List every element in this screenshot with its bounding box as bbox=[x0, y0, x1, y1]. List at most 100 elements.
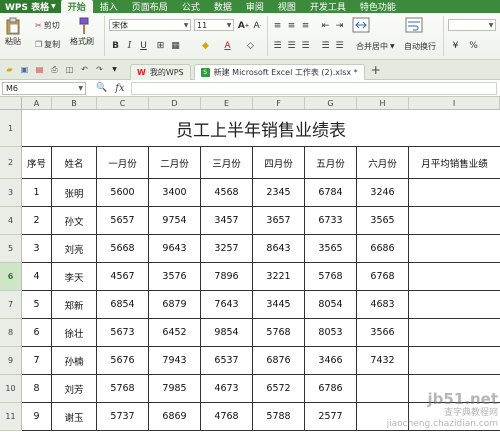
row-header-4[interactable]: 4 bbox=[0, 207, 22, 235]
bold-button[interactable]: B bbox=[110, 40, 121, 51]
table-cell[interactable] bbox=[409, 347, 500, 375]
table-cell[interactable]: 5600 bbox=[97, 179, 149, 207]
table-cell[interactable]: 1 bbox=[22, 179, 52, 207]
table-cell[interactable]: 6537 bbox=[201, 347, 253, 375]
menu-tab-7[interactable]: 开发工具 bbox=[303, 0, 353, 13]
table-cell[interactable]: 3221 bbox=[253, 263, 305, 291]
table-cell[interactable]: 3565 bbox=[305, 235, 357, 263]
increase-font-icon[interactable]: A + bbox=[238, 20, 249, 31]
table-cell[interactable]: 5673 bbox=[97, 319, 149, 347]
decrease-font-icon[interactable]: A- bbox=[252, 20, 263, 31]
row-header-7[interactable]: 7 bbox=[0, 291, 22, 319]
formula-input[interactable] bbox=[130, 81, 497, 95]
row-header-8[interactable]: 8 bbox=[0, 319, 22, 347]
row-header-5[interactable]: 5 bbox=[0, 235, 22, 263]
column-header-a[interactable]: A bbox=[22, 97, 52, 110]
number-format-select[interactable]: ▼ bbox=[448, 19, 496, 31]
app-menu-button[interactable]: WPS 表格 ▼ bbox=[0, 0, 61, 13]
font-size-select[interactable]: 11 ▼ bbox=[194, 19, 234, 31]
column-header-e[interactable]: E bbox=[201, 97, 253, 110]
menu-tab-2[interactable]: 页面布局 bbox=[125, 0, 175, 13]
table-cell[interactable] bbox=[409, 263, 500, 291]
select-all-corner[interactable] bbox=[0, 97, 22, 110]
font-name-select[interactable]: 宋体 ▼ bbox=[109, 19, 191, 31]
indent-decrease-icon[interactable]: ⇤ bbox=[320, 20, 331, 31]
table-cell[interactable]: 6879 bbox=[149, 291, 201, 319]
table-cell[interactable]: 谢玉 bbox=[52, 403, 97, 431]
table-cell[interactable]: 6686 bbox=[357, 235, 409, 263]
table-cell[interactable]: 5676 bbox=[97, 347, 149, 375]
table-cell[interactable]: 6768 bbox=[357, 263, 409, 291]
table-cell[interactable]: 6784 bbox=[305, 179, 357, 207]
row-header-10[interactable]: 10 bbox=[0, 375, 22, 403]
table-cell[interactable]: 7985 bbox=[149, 375, 201, 403]
table-cell[interactable]: 徐壮 bbox=[52, 319, 97, 347]
table-cell[interactable]: 6854 bbox=[97, 291, 149, 319]
column-header-d[interactable]: D bbox=[149, 97, 201, 110]
align-top-icon[interactable]: ≡ bbox=[272, 20, 283, 31]
table-header-cell[interactable]: 三月份 bbox=[201, 147, 253, 179]
align-left-icon[interactable]: ☰ bbox=[272, 40, 283, 51]
table-cell[interactable]: 4 bbox=[22, 263, 52, 291]
border-icon[interactable]: ⊞ bbox=[155, 40, 166, 51]
indent-increase-icon[interactable]: ⇥ bbox=[334, 20, 345, 31]
italic-button[interactable]: I bbox=[124, 40, 135, 51]
table-cell[interactable]: 7 bbox=[22, 347, 52, 375]
table-cell[interactable]: 6572 bbox=[253, 375, 305, 403]
table-cell[interactable]: 8643 bbox=[253, 235, 305, 263]
table-cell[interactable]: 4568 bbox=[201, 179, 253, 207]
format-painter-button[interactable]: 格式刷 bbox=[70, 17, 94, 47]
print-icon[interactable]: ⎙ bbox=[49, 64, 60, 75]
table-header-cell[interactable]: 一月份 bbox=[97, 147, 149, 179]
table-cell[interactable]: 刘芳 bbox=[52, 375, 97, 403]
save-icon[interactable]: ▣ bbox=[19, 64, 30, 75]
table-cell[interactable]: 3466 bbox=[305, 347, 357, 375]
merge-center-label-button[interactable]: 合并居中 ▼ bbox=[356, 41, 395, 52]
fill-color-icon[interactable]: ◆ bbox=[200, 40, 211, 51]
row-header-3[interactable]: 3 bbox=[0, 179, 22, 207]
row-header-9[interactable]: 9 bbox=[0, 347, 22, 375]
wrap-text-label-button[interactable]: 自动换行 bbox=[404, 41, 436, 52]
cut-button[interactable]: ✂ 剪切 bbox=[35, 20, 60, 31]
row-header-11[interactable]: 11 bbox=[0, 403, 22, 431]
table-cell[interactable]: 2345 bbox=[253, 179, 305, 207]
currency-button[interactable]: ¥ bbox=[450, 40, 461, 51]
table-header-cell[interactable]: 序号 bbox=[22, 147, 52, 179]
table-cell[interactable]: 6869 bbox=[149, 403, 201, 431]
menu-tab-3[interactable]: 公式 bbox=[175, 0, 207, 13]
menu-tab-6[interactable]: 视图 bbox=[271, 0, 303, 13]
column-header-c[interactable]: C bbox=[97, 97, 149, 110]
table-cell[interactable]: 3657 bbox=[253, 207, 305, 235]
table-cell[interactable]: 4673 bbox=[201, 375, 253, 403]
table-cell[interactable]: 7896 bbox=[201, 263, 253, 291]
function-icon[interactable]: fx bbox=[115, 83, 124, 94]
table-cell[interactable] bbox=[409, 179, 500, 207]
undo-icon[interactable]: ↶ bbox=[79, 64, 90, 75]
table-cell[interactable]: 5668 bbox=[97, 235, 149, 263]
table-cell[interactable]: 孙楠 bbox=[52, 347, 97, 375]
clear-format-icon[interactable]: ◇ bbox=[245, 40, 256, 51]
table-cell[interactable]: 6452 bbox=[149, 319, 201, 347]
table-cell[interactable]: 3566 bbox=[357, 319, 409, 347]
column-header-h[interactable]: H bbox=[357, 97, 409, 110]
table-cell[interactable]: 9 bbox=[22, 403, 52, 431]
table-cell[interactable]: 2577 bbox=[305, 403, 357, 431]
sheet-title-cell[interactable]: 员工上半年销售业绩表 bbox=[22, 110, 500, 147]
merge-center-button[interactable] bbox=[352, 17, 370, 33]
table-header-cell[interactable]: 五月份 bbox=[305, 147, 357, 179]
table-cell[interactable]: 3400 bbox=[149, 179, 201, 207]
align-center-icon[interactable]: ☰ bbox=[286, 40, 297, 51]
table-cell[interactable]: 3445 bbox=[253, 291, 305, 319]
table-cell[interactable] bbox=[409, 207, 500, 235]
merge-icon[interactable]: ▦ bbox=[170, 40, 181, 51]
table-cell[interactable] bbox=[409, 235, 500, 263]
row-header-2[interactable]: 2 bbox=[0, 147, 22, 179]
paste-button[interactable]: 粘贴 bbox=[5, 17, 21, 47]
wrap-text-button[interactable] bbox=[405, 17, 423, 33]
table-cell[interactable]: 9754 bbox=[149, 207, 201, 235]
table-cell[interactable]: 李天 bbox=[52, 263, 97, 291]
justify-icon[interactable]: ☰ bbox=[320, 40, 331, 51]
menu-tab-0[interactable]: 开始 bbox=[60, 0, 93, 13]
column-header-i[interactable]: I bbox=[409, 97, 500, 110]
redo-icon[interactable]: ↷ bbox=[94, 64, 105, 75]
